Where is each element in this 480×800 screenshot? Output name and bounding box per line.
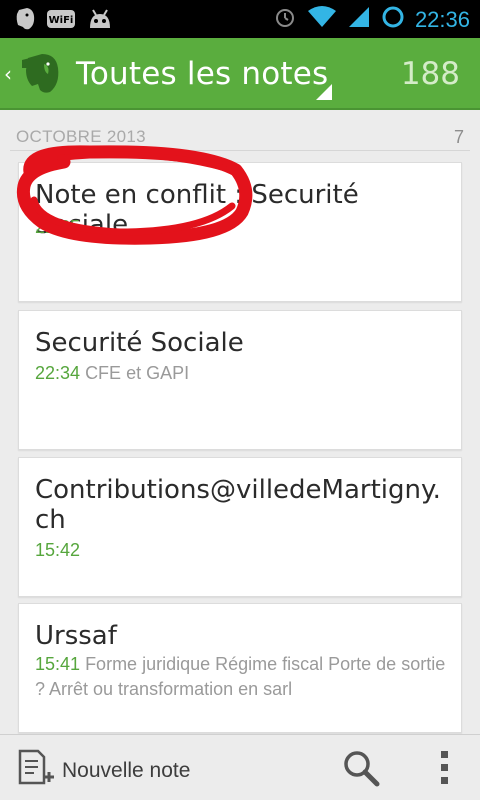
page-title[interactable]: Toutes les notes: [76, 56, 328, 92]
note-card[interactable]: Contributions@villedeMartigny.ch 15:42: [18, 457, 462, 597]
note-meta: 22:35: [35, 215, 449, 240]
android-icon: [86, 8, 114, 35]
note-title: Urssaf: [35, 621, 117, 651]
note-snippet: Forme juridique Régime fiscal Porte de s…: [35, 654, 446, 699]
wifi-signal-icon: [307, 5, 337, 34]
section-divider: [10, 150, 470, 151]
cell-signal-icon: [347, 5, 371, 34]
overflow-menu-icon[interactable]: [430, 747, 460, 789]
section-label: OCTOBRE 2013: [16, 127, 146, 146]
note-title: Securité Sociale: [35, 328, 244, 358]
note-time: 22:35: [35, 217, 81, 237]
new-note-label: Nouvelle note: [62, 758, 191, 782]
new-note-button[interactable]: Nouvelle note: [14, 747, 190, 794]
status-bar: WiFi 22:36: [0, 0, 480, 38]
svg-text:WiFi: WiFi: [49, 15, 74, 26]
note-card[interactable]: Urssaf 15:41 Forme juridique Régime fisc…: [18, 603, 462, 733]
month-section-header: OCTOBRE 2013 7: [16, 127, 466, 151]
note-snippet: CFE et GAPI: [85, 363, 190, 383]
evernote-icon: [14, 7, 36, 36]
bottom-action-bar: Nouvelle note: [0, 734, 480, 800]
action-bar: ‹ Toutes les notes 188: [0, 38, 480, 110]
evernote-elephant-icon[interactable]: [18, 50, 64, 96]
search-icon[interactable]: [340, 747, 382, 789]
new-note-icon: [14, 747, 56, 794]
status-time: 22:36: [414, 6, 470, 32]
note-meta: 22:34 CFE et GAPI: [35, 361, 449, 386]
note-card[interactable]: Note en conflit : Securité Sociale 22:35: [18, 162, 462, 302]
alarm-icon: [273, 5, 297, 34]
note-card[interactable]: Securité Sociale 22:34 CFE et GAPI: [18, 310, 462, 450]
section-count: 7: [453, 127, 464, 147]
back-chevron-icon[interactable]: ‹: [4, 62, 12, 86]
note-meta: 15:41 Forme juridique Régime fiscal Port…: [35, 652, 449, 702]
note-title: Contributions@villedeMartigny.ch: [35, 475, 441, 535]
note-time: 15:42: [35, 540, 81, 560]
note-meta: 15:42: [35, 538, 449, 563]
note-time: 22:34: [35, 363, 81, 383]
note-time: 15:41: [35, 654, 81, 674]
battery-ring-icon: [381, 5, 405, 34]
title-dropdown-indicator[interactable]: [316, 84, 332, 100]
note-total-count: 188: [400, 56, 460, 92]
wifi-badge-icon: WiFi: [46, 8, 76, 35]
